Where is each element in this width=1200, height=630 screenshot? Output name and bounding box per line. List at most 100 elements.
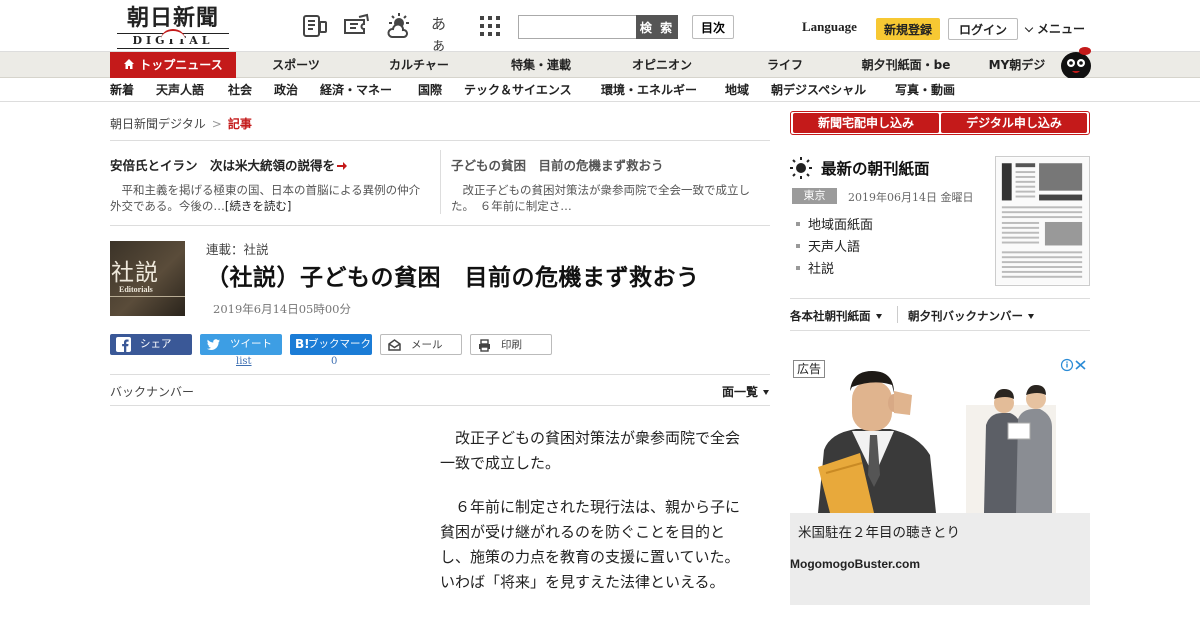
breadcrumb-current: 記事 (227, 117, 252, 131)
page-list-dropdown[interactable]: 面一覧 (722, 383, 770, 400)
twitter-count[interactable]: list (236, 356, 252, 367)
search-input[interactable] (518, 15, 636, 39)
divider (790, 298, 1090, 299)
subnav-item-politics[interactable]: 政治 (274, 78, 298, 102)
paper-link-editorial[interactable]: 社説 (796, 258, 834, 277)
register-button[interactable]: 新規登録 (876, 18, 940, 40)
site-header: 朝日新聞 DIGITAL あぁ 検 索 目次 Language 新規登録 ログイ… (0, 0, 1200, 54)
sun-icon (790, 157, 812, 179)
news-list-icon[interactable] (301, 12, 329, 40)
nav-item-sports[interactable]: スポーツ (236, 52, 356, 78)
region-badge: 東京 (792, 188, 837, 204)
article-body: 改正子どもの貧困対策法が衆参両院で全会一致で成立した。 ６年前に制定された現行法… (440, 426, 750, 614)
subnav-item-society[interactable]: 社会 (228, 78, 252, 102)
mail-share-button[interactable]: メール (380, 334, 462, 355)
menu-label: メニュー (1037, 22, 1086, 36)
subnav-item-photo-video[interactable]: 写真・動画 (895, 78, 955, 102)
related-excerpt: 改正子どもの貧困対策法が衆参両院で全会一致で成立した。 ６年前に制定さ… (451, 183, 750, 213)
related-title[interactable]: 子どもの貧困 目前の危機まず救おう (451, 155, 767, 174)
subscribe-digital-button[interactable]: デジタル申し込み (941, 113, 1087, 133)
menu-button[interactable]: メニュー (1024, 20, 1086, 37)
related-article-current[interactable]: 子どもの貧困 目前の危機まず救おう 改正子どもの貧困対策法が衆参両院で全会一致で… (451, 155, 767, 214)
nav-item-paper-be[interactable]: 朝夕刊紙面・be (845, 52, 967, 78)
share-label: ツイート (230, 338, 272, 350)
publish-date: 2019年6月14日05時00分 (213, 302, 351, 316)
print-button[interactable]: 印刷 (470, 334, 552, 355)
subscribe-paper-button[interactable]: 新聞宅配申し込み (793, 113, 939, 133)
breadcrumb-separator: > (211, 117, 222, 131)
grid-menu-icon[interactable] (476, 12, 504, 40)
thumb-english: Editorials (119, 285, 153, 294)
subnav-item-tensei-jingo[interactable]: 天声人語 (156, 78, 204, 102)
nav-item-my-asadigi[interactable]: MY朝デジ (972, 52, 1062, 78)
language-link[interactable]: Language (802, 19, 857, 35)
related-excerpt: 平和主義を掲げる極東の国、日本の首脳による異例の仲介外交である。今後の…[続きを… (110, 183, 421, 213)
share-label: シェア (140, 338, 172, 350)
backnumber-dropdown[interactable]: 朝夕刊バックナンバー (908, 308, 1034, 324)
primary-nav: トップニュース スポーツ カルチャー 特集・連載 オピニオン ライフ 朝夕刊紙面… (0, 52, 1200, 78)
paper-link-tensei-jingo[interactable]: 天声人語 (796, 236, 860, 255)
article-paragraph: ６年前に制定された現行法は、親から子に貧困が受け継がれるのを防ぐことを目的とし、… (440, 498, 741, 591)
hatena-bookmark-button[interactable]: B! ブックマーク (290, 334, 372, 355)
subscription-buttons: 新聞宅配申し込み デジタル申し込み (790, 111, 1090, 135)
twitter-icon (207, 339, 220, 350)
nav-label: トップニュース (139, 58, 223, 72)
subnav-item-latest[interactable]: 新着 (110, 78, 134, 102)
divider (790, 330, 1090, 331)
regional-paper-dropdown[interactable]: 各本社朝刊紙面 (790, 308, 882, 324)
share-label: 印刷 (501, 339, 522, 351)
nav-item-culture[interactable]: カルチャー (356, 52, 482, 78)
advertisement[interactable]: 広告 米国駐在２年目の聴きとり MogomogoBuster.com (790, 355, 1090, 605)
page-list-label: 面一覧 (722, 385, 759, 399)
read-more-link[interactable]: [続きを読む] (225, 199, 291, 213)
share-label: メール (411, 339, 443, 351)
weather-icon[interactable] (385, 12, 413, 40)
secondary-nav: 新着 天声人語 社会 政治 経済・マネー 国際 テック＆サイエンス 環境・エネル… (0, 78, 1200, 102)
subnav-item-region[interactable]: 地域 (725, 78, 749, 102)
twitter-share-button[interactable]: ツイート (200, 334, 282, 355)
newspaper-thumbnail[interactable] (995, 156, 1090, 286)
article-headline: （社説）子どもの貧困 目前の危機まず救おう (206, 265, 700, 291)
related-article[interactable]: 安倍氏とイラン 次は米大統領の説得を 平和主義を掲げる極東の国、日本の首脳による… (110, 155, 428, 214)
site-logo[interactable]: 朝日新聞 DIGITAL (113, 5, 233, 49)
nav-item-opinion[interactable]: オピニオン (602, 52, 722, 78)
ad-domain[interactable]: MogomogoBuster.com (790, 557, 920, 571)
related-title[interactable]: 安倍氏とイラン 次は米大統領の説得を (110, 155, 428, 174)
logo-text: 朝日新聞 (126, 5, 219, 31)
subnav-item-tech-science[interactable]: テック＆サイエンス (464, 78, 572, 102)
share-label: ブックマーク (308, 338, 371, 350)
search-button[interactable]: 検 索 (636, 15, 678, 39)
mascot-icon[interactable] (1054, 44, 1094, 80)
coupon-icon[interactable] (342, 12, 370, 40)
logo-subtext: DIGITAL (117, 29, 229, 49)
nav-item-life[interactable]: ライフ (725, 52, 845, 78)
chevron-down-icon (1024, 23, 1034, 33)
divider (440, 150, 441, 214)
nav-item-top-news[interactable]: トップニュース (110, 52, 236, 78)
article-paragraph: 改正子どもの貧困対策法が衆参両院で全会一致で成立した。 (440, 429, 741, 472)
editorial-thumbnail[interactable]: 社説 Editorials (110, 241, 185, 316)
ad-choices-icon[interactable] (1060, 358, 1088, 372)
font-size-icon[interactable]: あぁ (431, 13, 459, 54)
divider (897, 306, 898, 323)
hatena-count: 0 (331, 356, 338, 367)
subnav-item-international[interactable]: 国際 (418, 78, 442, 102)
series-label[interactable]: 連載：社説 (206, 239, 269, 258)
nav-item-features[interactable]: 特集・連載 (480, 52, 602, 78)
ad-title[interactable]: 米国駐在２年目の聴きとり (798, 521, 960, 541)
breadcrumb: 朝日新聞デジタル > 記事 (110, 115, 252, 132)
dropdown-arrow-icon (875, 314, 882, 319)
backnumber-link[interactable]: バックナンバー (110, 383, 194, 400)
paper-link-regional[interactable]: 地域面紙面 (796, 214, 873, 233)
subnav-item-economy[interactable]: 経済・マネー (320, 78, 392, 102)
ad-photo[interactable] (790, 355, 1090, 513)
thumb-kanji: 社説 (111, 260, 159, 286)
facebook-share-button[interactable]: シェア (110, 334, 192, 355)
divider (110, 225, 770, 226)
toc-button[interactable]: 目次 (692, 15, 734, 39)
dropdown-arrow-icon (1028, 314, 1034, 319)
login-button[interactable]: ログイン (948, 18, 1018, 40)
breadcrumb-home[interactable]: 朝日新聞デジタル (110, 117, 206, 131)
subnav-item-special[interactable]: 朝デジスペシャル (771, 78, 866, 102)
subnav-item-environment[interactable]: 環境・エネルギー (601, 78, 697, 102)
